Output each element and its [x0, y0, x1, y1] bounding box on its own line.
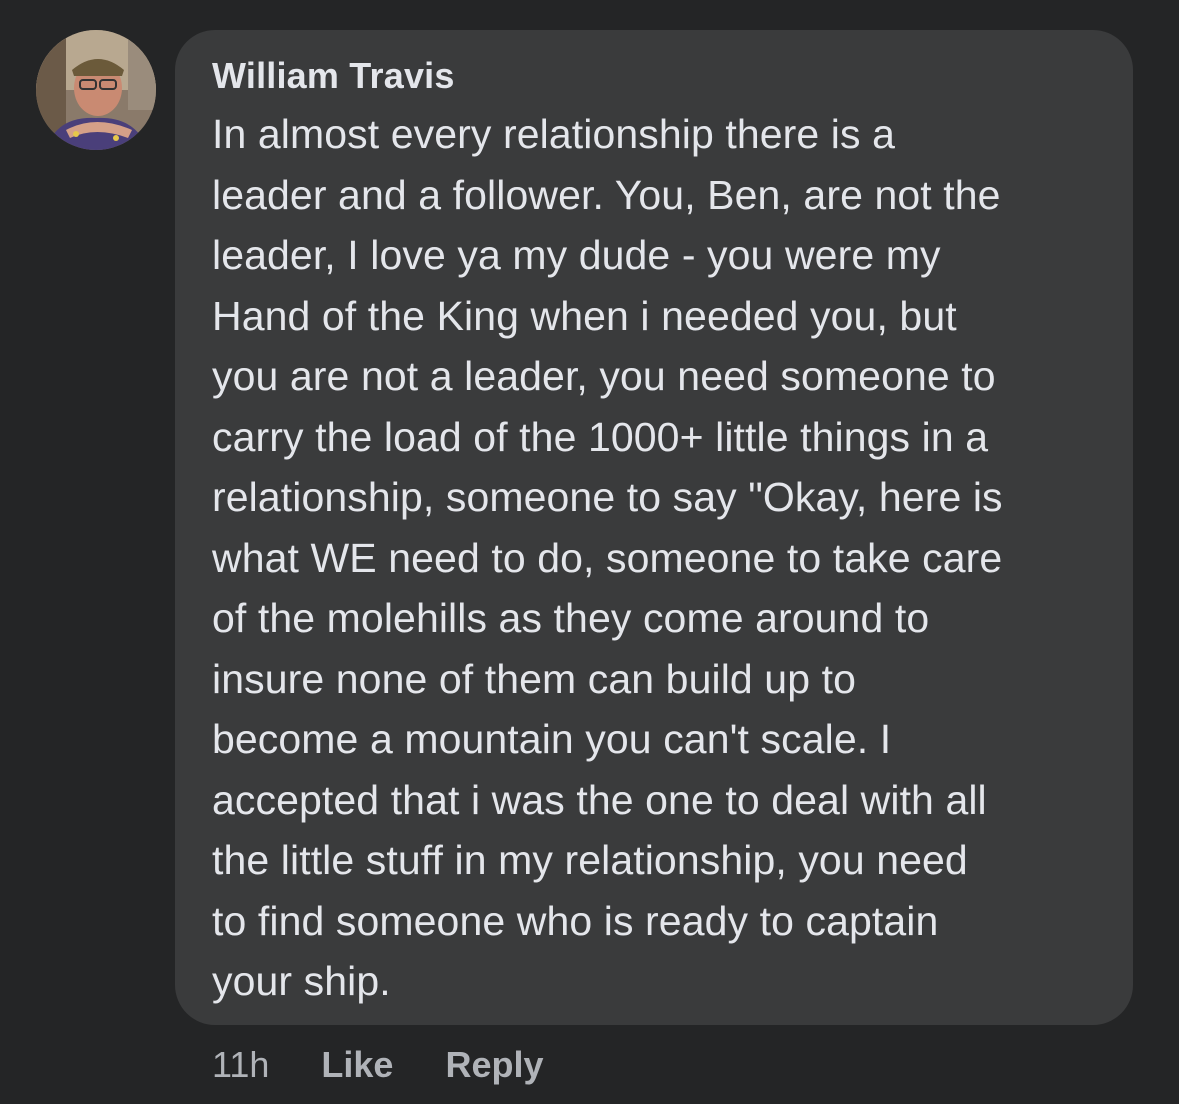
avatar[interactable]	[36, 30, 156, 150]
profile-photo-icon	[36, 30, 156, 150]
comment-thread: William Travis In almost every relations…	[0, 0, 1179, 1104]
comment-author[interactable]: William Travis	[212, 50, 1103, 102]
comment-text: In almost every relationship there is a …	[212, 111, 1003, 1004]
like-button[interactable]: Like	[321, 1044, 393, 1086]
reply-button[interactable]: Reply	[445, 1044, 543, 1086]
comment-bubble[interactable]: William Travis In almost every relations…	[175, 30, 1133, 1025]
comment-actions: 11h Like Reply	[212, 1040, 596, 1090]
comment-timestamp[interactable]: 11h	[212, 1044, 269, 1086]
